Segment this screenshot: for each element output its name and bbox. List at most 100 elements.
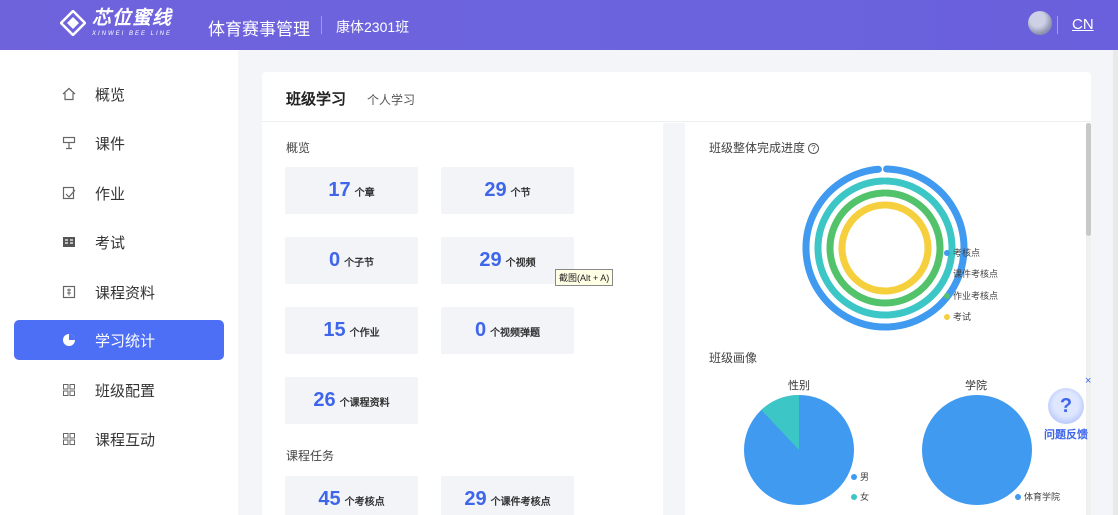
pane-divider — [663, 123, 685, 515]
app-title: 体育赛事管理 — [208, 20, 310, 39]
exam-icon — [61, 234, 77, 250]
help-icon[interactable]: ? — [808, 143, 820, 154]
legend-dot — [1015, 493, 1021, 500]
stat-card: 29 个课件考核点 — [441, 476, 574, 515]
sidebar-item-label: 课程互动 — [95, 431, 156, 449]
feedback-button[interactable]: ? 问题反馈 — [1040, 388, 1092, 442]
stat-unit: 个课件考核点 — [490, 497, 551, 508]
stat-card: 29 个节 — [441, 167, 574, 214]
stat-unit: 个节 — [510, 188, 531, 199]
stat-unit: 个视频 — [505, 258, 536, 269]
header-divider — [1057, 16, 1058, 34]
stat-card: 45 个考核点 — [285, 476, 418, 515]
gender-pie-title: 性别 — [788, 380, 810, 392]
stat-value: 29 — [484, 179, 507, 201]
portrait-title: 班级画像 — [709, 351, 758, 365]
legend-dot — [851, 493, 857, 500]
legend-label: 作业考核点 — [953, 291, 999, 301]
stat-unit: 个章 — [354, 188, 375, 199]
stat-value: 29 — [464, 488, 487, 510]
legend-label: 体育学院 — [1024, 492, 1061, 502]
stat-unit: 个子节 — [344, 258, 375, 269]
sidebar-item-label: 班级配置 — [95, 382, 156, 400]
stat-value: 15 — [323, 319, 346, 341]
question-icon: ? — [1048, 388, 1084, 424]
top-header: 芯位蜜线 XINWEI BEE LINE 体育赛事管理 康体2301班 CN — [0, 0, 1118, 50]
pie-chart-icon — [61, 332, 77, 348]
stat-unit: 个课程资料 — [339, 398, 390, 409]
progress-title: 班级整体完成进度? — [709, 139, 820, 156]
logo-text: 芯位蜜线 — [92, 8, 173, 29]
sidebar: 概览 课件 作业 考试 课程资料 学习统计 班级配置 课程互动 — [0, 50, 238, 515]
legend-label: 考试 — [953, 312, 972, 322]
sidebar-item-label: 概览 — [95, 86, 126, 104]
progress-ring — [838, 201, 932, 295]
overview-title: 概览 — [286, 141, 311, 155]
progress-title-text: 班级整体完成进度 — [709, 141, 806, 155]
legend-item[interactable]: 考核点 — [944, 246, 980, 259]
courseware-icon — [61, 135, 77, 151]
grid-icon — [61, 382, 77, 398]
logo-mark-icon — [60, 10, 86, 36]
stats-pane: 概览 17 个章 29 个节 0 个子节 29 个视频 15 个作业 0 个视频… — [262, 123, 663, 515]
sidebar-item-materials[interactable]: 课程资料 — [14, 272, 224, 312]
materials-icon — [61, 284, 77, 300]
sidebar-item-courseware[interactable]: 课件 — [14, 123, 224, 163]
sidebar-item-label: 作业 — [95, 185, 126, 203]
main-card: 班级学习 个人学习 概览 17 个章 29 个节 0 个子节 29 个视频 15… — [262, 72, 1091, 515]
stat-value: 0 — [328, 249, 341, 271]
charts-pane: 班级整体完成进度? 考核点 课件考核点 作业考核点 考试 班级画像 性别 男 女 — [685, 123, 1087, 515]
sidebar-item-course-interaction[interactable]: 课程互动 — [14, 419, 224, 459]
sidebar-item-assignment[interactable]: 作业 — [14, 173, 224, 213]
assignment-icon — [61, 185, 77, 201]
stat-card: 17 个章 — [285, 167, 418, 214]
stat-unit: 个视频弹题 — [490, 328, 541, 339]
stat-value: 26 — [313, 389, 336, 411]
sidebar-item-learning-stats[interactable]: 学习统计 — [14, 320, 224, 360]
tab-class-learning[interactable]: 班级学习 — [286, 88, 346, 109]
legend-label: 课件考核点 — [953, 269, 999, 279]
stat-unit: 个作业 — [349, 328, 380, 339]
sidebar-item-label: 学习统计 — [95, 332, 156, 350]
sidebar-item-label: 考试 — [95, 234, 126, 252]
pie-slice-sports-college[interactable] — [922, 395, 1032, 505]
scrollbar-thumb[interactable] — [1086, 123, 1091, 236]
feedback-label: 问题反馈 — [1044, 429, 1088, 441]
legend-item[interactable]: 男 — [851, 470, 869, 483]
legend-label: 考核点 — [953, 248, 981, 258]
tasks-title: 课程任务 — [286, 449, 335, 463]
screenshot-tooltip: 截图(Alt + A) — [555, 269, 614, 286]
header-divider — [321, 16, 322, 34]
sidebar-item-class-config[interactable]: 班级配置 — [14, 370, 224, 410]
user-avatar[interactable] — [1028, 11, 1052, 35]
stat-card: 0 个视频弹题 — [441, 307, 574, 354]
legend-label: 女 — [860, 492, 870, 502]
home-icon — [61, 86, 77, 102]
legend-dot — [944, 270, 950, 277]
class-name[interactable]: 康体2301班 — [336, 17, 409, 37]
legend-item[interactable]: 女 — [851, 490, 869, 503]
stat-card: 15 个作业 — [285, 307, 418, 354]
grid-icon — [61, 431, 77, 447]
logo-subtext: XINWEI BEE LINE — [92, 31, 173, 37]
legend-item[interactable]: 课件考核点 — [944, 267, 998, 280]
stat-value: 45 — [318, 488, 341, 510]
feedback-close-icon[interactable]: × — [1085, 375, 1091, 387]
logo[interactable]: 芯位蜜线 XINWEI BEE LINE — [60, 9, 172, 37]
stat-value: 29 — [479, 249, 502, 271]
legend-dot — [944, 292, 950, 299]
page-scrollbar[interactable] — [1113, 50, 1118, 515]
legend-item[interactable]: 作业考核点 — [944, 289, 998, 302]
language-switch[interactable]: CN — [1072, 16, 1094, 33]
legend-item[interactable]: 体育学院 — [1015, 490, 1060, 503]
stat-value: 0 — [474, 319, 487, 341]
sidebar-item-overview[interactable]: 概览 — [14, 74, 224, 114]
legend-item[interactable]: 考试 — [944, 310, 971, 323]
stat-card: 26 个课程资料 — [285, 377, 418, 424]
gender-pie-chart — [744, 395, 854, 505]
tab-personal-learning[interactable]: 个人学习 — [367, 91, 415, 108]
stat-value: 17 — [328, 179, 351, 201]
sidebar-item-exam[interactable]: 考试 — [14, 222, 224, 262]
legend-label: 男 — [860, 472, 870, 482]
stat-card: 0 个子节 — [285, 237, 418, 284]
